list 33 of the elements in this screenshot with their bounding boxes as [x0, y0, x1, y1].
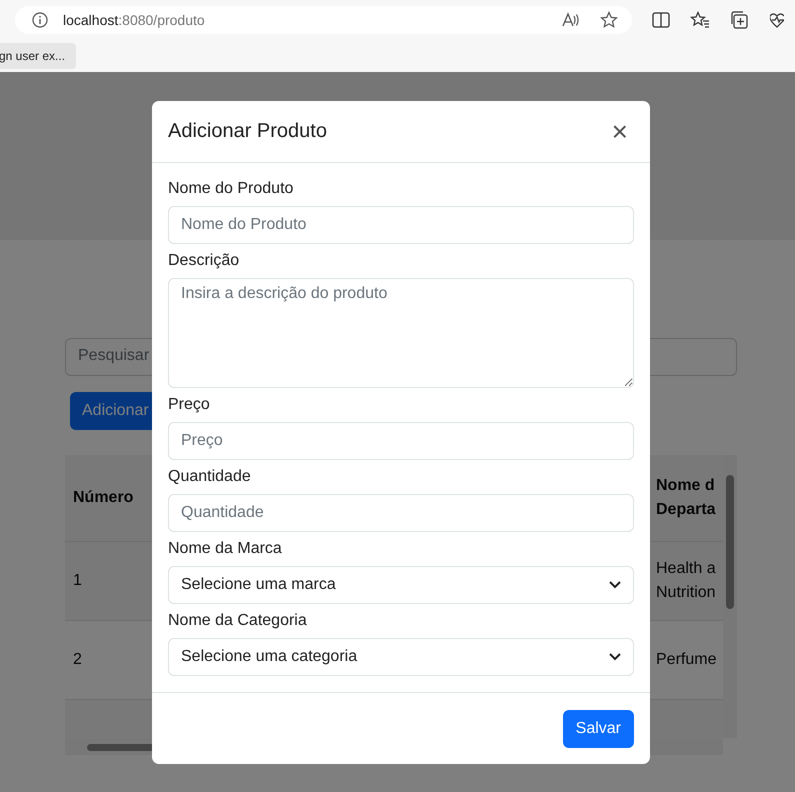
input-field[interactable]: Quantidade: [168, 494, 634, 532]
health-icon[interactable]: [770, 11, 784, 29]
close-button[interactable]: ×: [606, 118, 634, 146]
star-icon[interactable]: [600, 11, 618, 29]
column-header: Número: [72, 488, 134, 508]
select-dropdown[interactable]: Selecione uma marca: [168, 566, 634, 604]
field-label: Nome do Produto: [168, 180, 294, 198]
modal-title: Adicionar Produto: [168, 120, 327, 143]
table-cell-text: 2: [72, 650, 83, 670]
table-cell-text: 1: [72, 571, 83, 591]
address-bar[interactable]: localhost:8080/produto: [15, 6, 632, 34]
input-field[interactable]: Nome do Produto: [168, 206, 634, 244]
textarea-field[interactable]: Insira a descrição do produto: [168, 278, 634, 388]
save-button[interactable]: Salvar: [562, 710, 634, 748]
favorites-icon[interactable]: [690, 11, 710, 29]
read-aloud-icon[interactable]: [562, 12, 580, 28]
caret-icon: [609, 653, 621, 661]
field-label: Nome da Marca: [168, 540, 283, 558]
info-icon: [32, 12, 48, 28]
column-header: Nome d Departa: [655, 476, 717, 520]
field-label: Nome da Categoria: [168, 612, 308, 630]
split-screen-icon[interactable]: [652, 12, 670, 28]
collections-icon[interactable]: [730, 11, 750, 29]
caret-icon: [609, 581, 621, 589]
table-cell-text: Health a Nutrition: [655, 559, 717, 603]
url-text: localhost:8080/produto: [63, 12, 206, 28]
field-label: Descrição: [168, 252, 240, 270]
input-field[interactable]: Preço: [168, 422, 634, 460]
table-cell-text: Perfume: [655, 650, 718, 670]
vertical-scrollbar[interactable]: [723, 455, 737, 738]
field-label: Quantidade: [168, 468, 252, 486]
select-dropdown[interactable]: Selecione uma categoria: [168, 638, 634, 676]
field-label: Preço: [168, 396, 211, 414]
